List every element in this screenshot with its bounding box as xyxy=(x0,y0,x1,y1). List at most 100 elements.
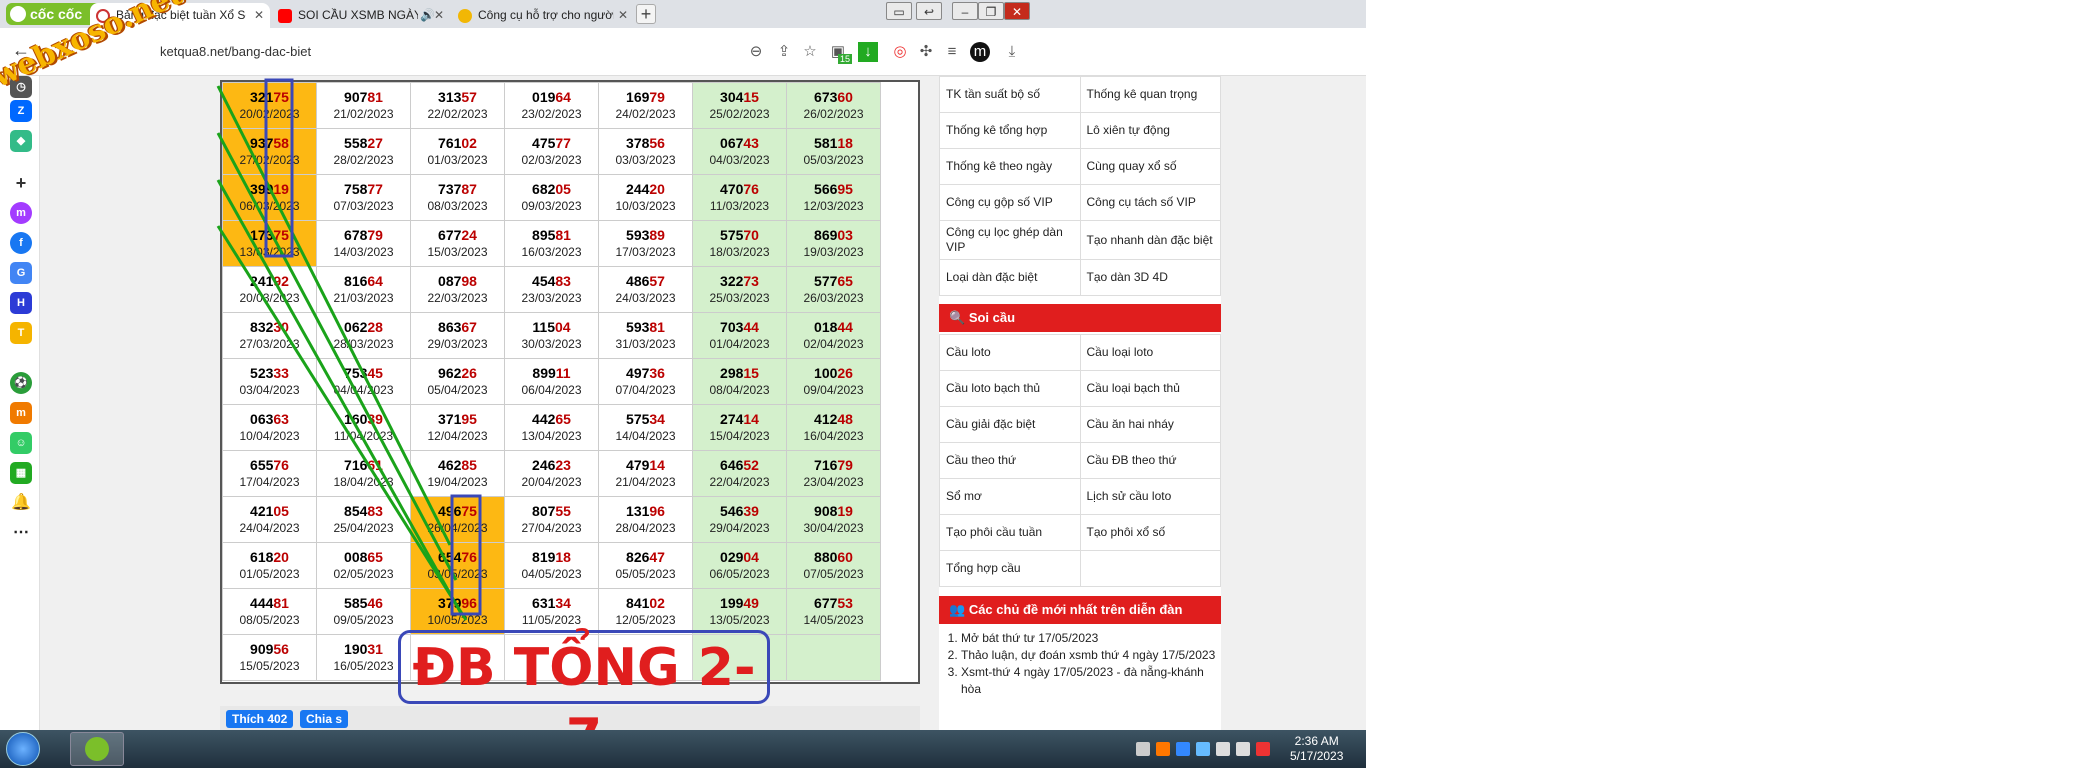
shop-icon[interactable]: m xyxy=(10,402,32,424)
download-icon[interactable]: ⤓ xyxy=(1002,42,1022,62)
panel-link[interactable]: Tạo nhanh dàn đặc biệt xyxy=(1079,220,1221,260)
panel-link[interactable]: Tạo phôi cầu tuần xyxy=(939,514,1081,551)
download-green-icon[interactable]: ↓ xyxy=(858,42,878,62)
panel-link[interactable]: Cầu giải đặc biệt xyxy=(939,406,1081,443)
forum-item[interactable]: Thảo luận, dự đoán xsmb thứ 4 ngày 17/5/… xyxy=(961,647,1217,664)
number-last-two: 92 xyxy=(273,272,289,289)
forum-item[interactable]: Xsmt-thứ 4 ngày 17/05/2023 - đà nẵng-khá… xyxy=(961,664,1217,698)
panel-link[interactable]: Công cụ lọc ghép dàn VIP xyxy=(939,220,1081,260)
result-date: 25/03/2023 xyxy=(709,290,770,305)
panel-link[interactable]: Loại dàn đặc biệt xyxy=(939,259,1081,296)
panel-link[interactable]: Công cụ tách số VIP xyxy=(1079,184,1221,221)
result-date: 07/03/2023 xyxy=(333,198,394,213)
panel-link[interactable]: Cầu ăn hai nháy xyxy=(1079,406,1221,443)
panel-link[interactable]: Tổng hợp cầu xyxy=(939,550,1081,587)
table-row: 42105 24/04/2023 85483 25/04/2023 49675 26/04… xyxy=(222,496,881,543)
chrome-icon[interactable]: ◎ xyxy=(890,42,910,62)
result-cell: 48657 24/03/2023 xyxy=(598,266,693,313)
facebook-icon[interactable]: f xyxy=(10,232,32,254)
coccoc-icon xyxy=(10,6,26,22)
speaker-icon[interactable]: 🔊 xyxy=(420,3,435,28)
game-icon[interactable]: ◆ xyxy=(10,130,32,152)
tab-soi-cau[interactable]: SOI CẦU XSMB NGÀY 17/ 🔊 ✕ xyxy=(272,3,450,28)
panel-link[interactable]: Cầu loto bạch thủ xyxy=(939,370,1081,407)
share-icon[interactable]: ⇪ xyxy=(774,42,794,62)
panel-link[interactable]: Sổ mơ xyxy=(939,478,1081,515)
panel-link[interactable]: Tạo phôi xổ số xyxy=(1079,514,1221,551)
url-field[interactable]: ketqua8.net/bang-dac-biet xyxy=(160,44,311,59)
panel-link[interactable]: Cầu loại bạch thủ xyxy=(1079,370,1221,407)
h-icon[interactable]: H xyxy=(10,292,32,314)
new-tab-button[interactable]: + xyxy=(636,4,656,24)
taskbar-coccoc[interactable] xyxy=(70,732,124,766)
panel-link[interactable]: Thống kê quan trọng xyxy=(1079,76,1221,113)
volume-icon[interactable] xyxy=(1216,742,1230,756)
close-icon[interactable]: ✕ xyxy=(254,3,264,28)
result-cell: 27414 15/04/2023 xyxy=(692,404,787,451)
panel-link[interactable]: Thống kê tổng hợp xyxy=(939,112,1081,149)
number-last-two: 57 xyxy=(649,272,665,289)
puzzle-icon[interactable]: ✣ xyxy=(916,42,936,62)
share-button[interactable]: Chia s xyxy=(300,710,349,728)
number-prefix: 497 xyxy=(626,364,650,381)
result-cell: 19949 13/05/2023 xyxy=(692,588,787,635)
t-icon[interactable]: T xyxy=(10,322,32,344)
football-icon[interactable]: ⚽ xyxy=(10,372,32,394)
panel-link[interactable]: Lịch sử cầu loto xyxy=(1079,478,1221,515)
result-date: 24/03/2023 xyxy=(615,290,676,305)
like-button[interactable]: Thích 402 xyxy=(226,710,294,728)
panel-link[interactable]: Lô xiên tự động xyxy=(1079,112,1221,149)
start-button[interactable] xyxy=(6,732,40,766)
zoom-icon[interactable]: ⊖ xyxy=(746,42,766,62)
close-icon[interactable]: ✕ xyxy=(618,3,628,28)
result-cell: 67879 14/03/2023 xyxy=(316,220,411,267)
panel-link[interactable]: Thống kê theo ngày xyxy=(939,148,1081,185)
minimize-button[interactable]: – xyxy=(952,2,978,20)
close-window-button[interactable]: ✕ xyxy=(1004,2,1030,20)
back-window-icon[interactable]: ↩ xyxy=(916,2,942,20)
tab-cong-cu[interactable]: Công cụ hỗ trợ cho người ch ✕ xyxy=(452,3,634,28)
zalo-icon[interactable]: Z xyxy=(10,100,32,122)
panel-link[interactable]: Công cụ gộp số VIP xyxy=(939,184,1081,221)
tray-icon[interactable] xyxy=(1156,742,1170,756)
panel-link[interactable]: Cùng quay xổ số xyxy=(1079,148,1221,185)
panel-link[interactable]: Cầu ĐB theo thứ xyxy=(1079,442,1221,479)
close-icon[interactable]: ✕ xyxy=(434,3,444,28)
playlist-icon[interactable]: ≡ xyxy=(942,42,962,62)
screenshot-icon[interactable]: ▭ xyxy=(886,2,912,20)
result-number: 42105 xyxy=(223,503,316,520)
number-last-two: 65 xyxy=(367,548,383,565)
translate-icon[interactable]: G xyxy=(10,262,32,284)
avatar[interactable]: m xyxy=(970,42,990,62)
forum-item[interactable]: Mở bát thứ tư 17/05/2023 xyxy=(961,630,1217,647)
number-prefix: 371 xyxy=(438,410,462,427)
result-cell: 75877 07/03/2023 xyxy=(316,174,411,221)
tray-icon[interactable] xyxy=(1196,742,1210,756)
add-icon[interactable]: + xyxy=(10,172,32,194)
result-date: 16/05/2023 xyxy=(333,658,394,673)
result-cell: 65476 03/05/2023 xyxy=(410,542,505,589)
tray-icon[interactable] xyxy=(1256,742,1270,756)
tray-icon[interactable] xyxy=(1176,742,1190,756)
panel-link[interactable]: TK tần suất bộ số xyxy=(939,76,1081,113)
maximize-button[interactable]: ❐ xyxy=(978,2,1004,20)
result-cell: 13196 28/04/2023 xyxy=(598,496,693,543)
result-number: 67724 xyxy=(411,227,504,244)
bot-icon[interactable]: ☺ xyxy=(10,432,32,454)
panel-link[interactable]: Cầu loto xyxy=(939,334,1081,371)
apps-icon[interactable]: ▦ xyxy=(10,462,32,484)
star-icon[interactable]: ☆ xyxy=(800,42,820,62)
clock[interactable]: 2:36 AM 5/17/2023 xyxy=(1290,734,1343,764)
tray-icon[interactable] xyxy=(1136,742,1150,756)
panel-link[interactable]: Cầu theo thứ xyxy=(939,442,1081,479)
bell-icon[interactable]: 🔔 xyxy=(10,492,32,514)
more-icon[interactable]: ⋯ xyxy=(10,522,32,544)
number-prefix: 115 xyxy=(532,318,555,335)
network-icon[interactable] xyxy=(1236,742,1250,756)
panel-link[interactable]: Cầu loại loto xyxy=(1079,334,1221,371)
result-number: 01964 xyxy=(505,89,598,106)
messenger-icon[interactable]: m xyxy=(10,202,32,224)
result-number: 45483 xyxy=(505,273,598,290)
number-last-two: 64 xyxy=(555,88,571,105)
panel-link[interactable]: Tạo dàn 3D 4D xyxy=(1079,259,1221,296)
